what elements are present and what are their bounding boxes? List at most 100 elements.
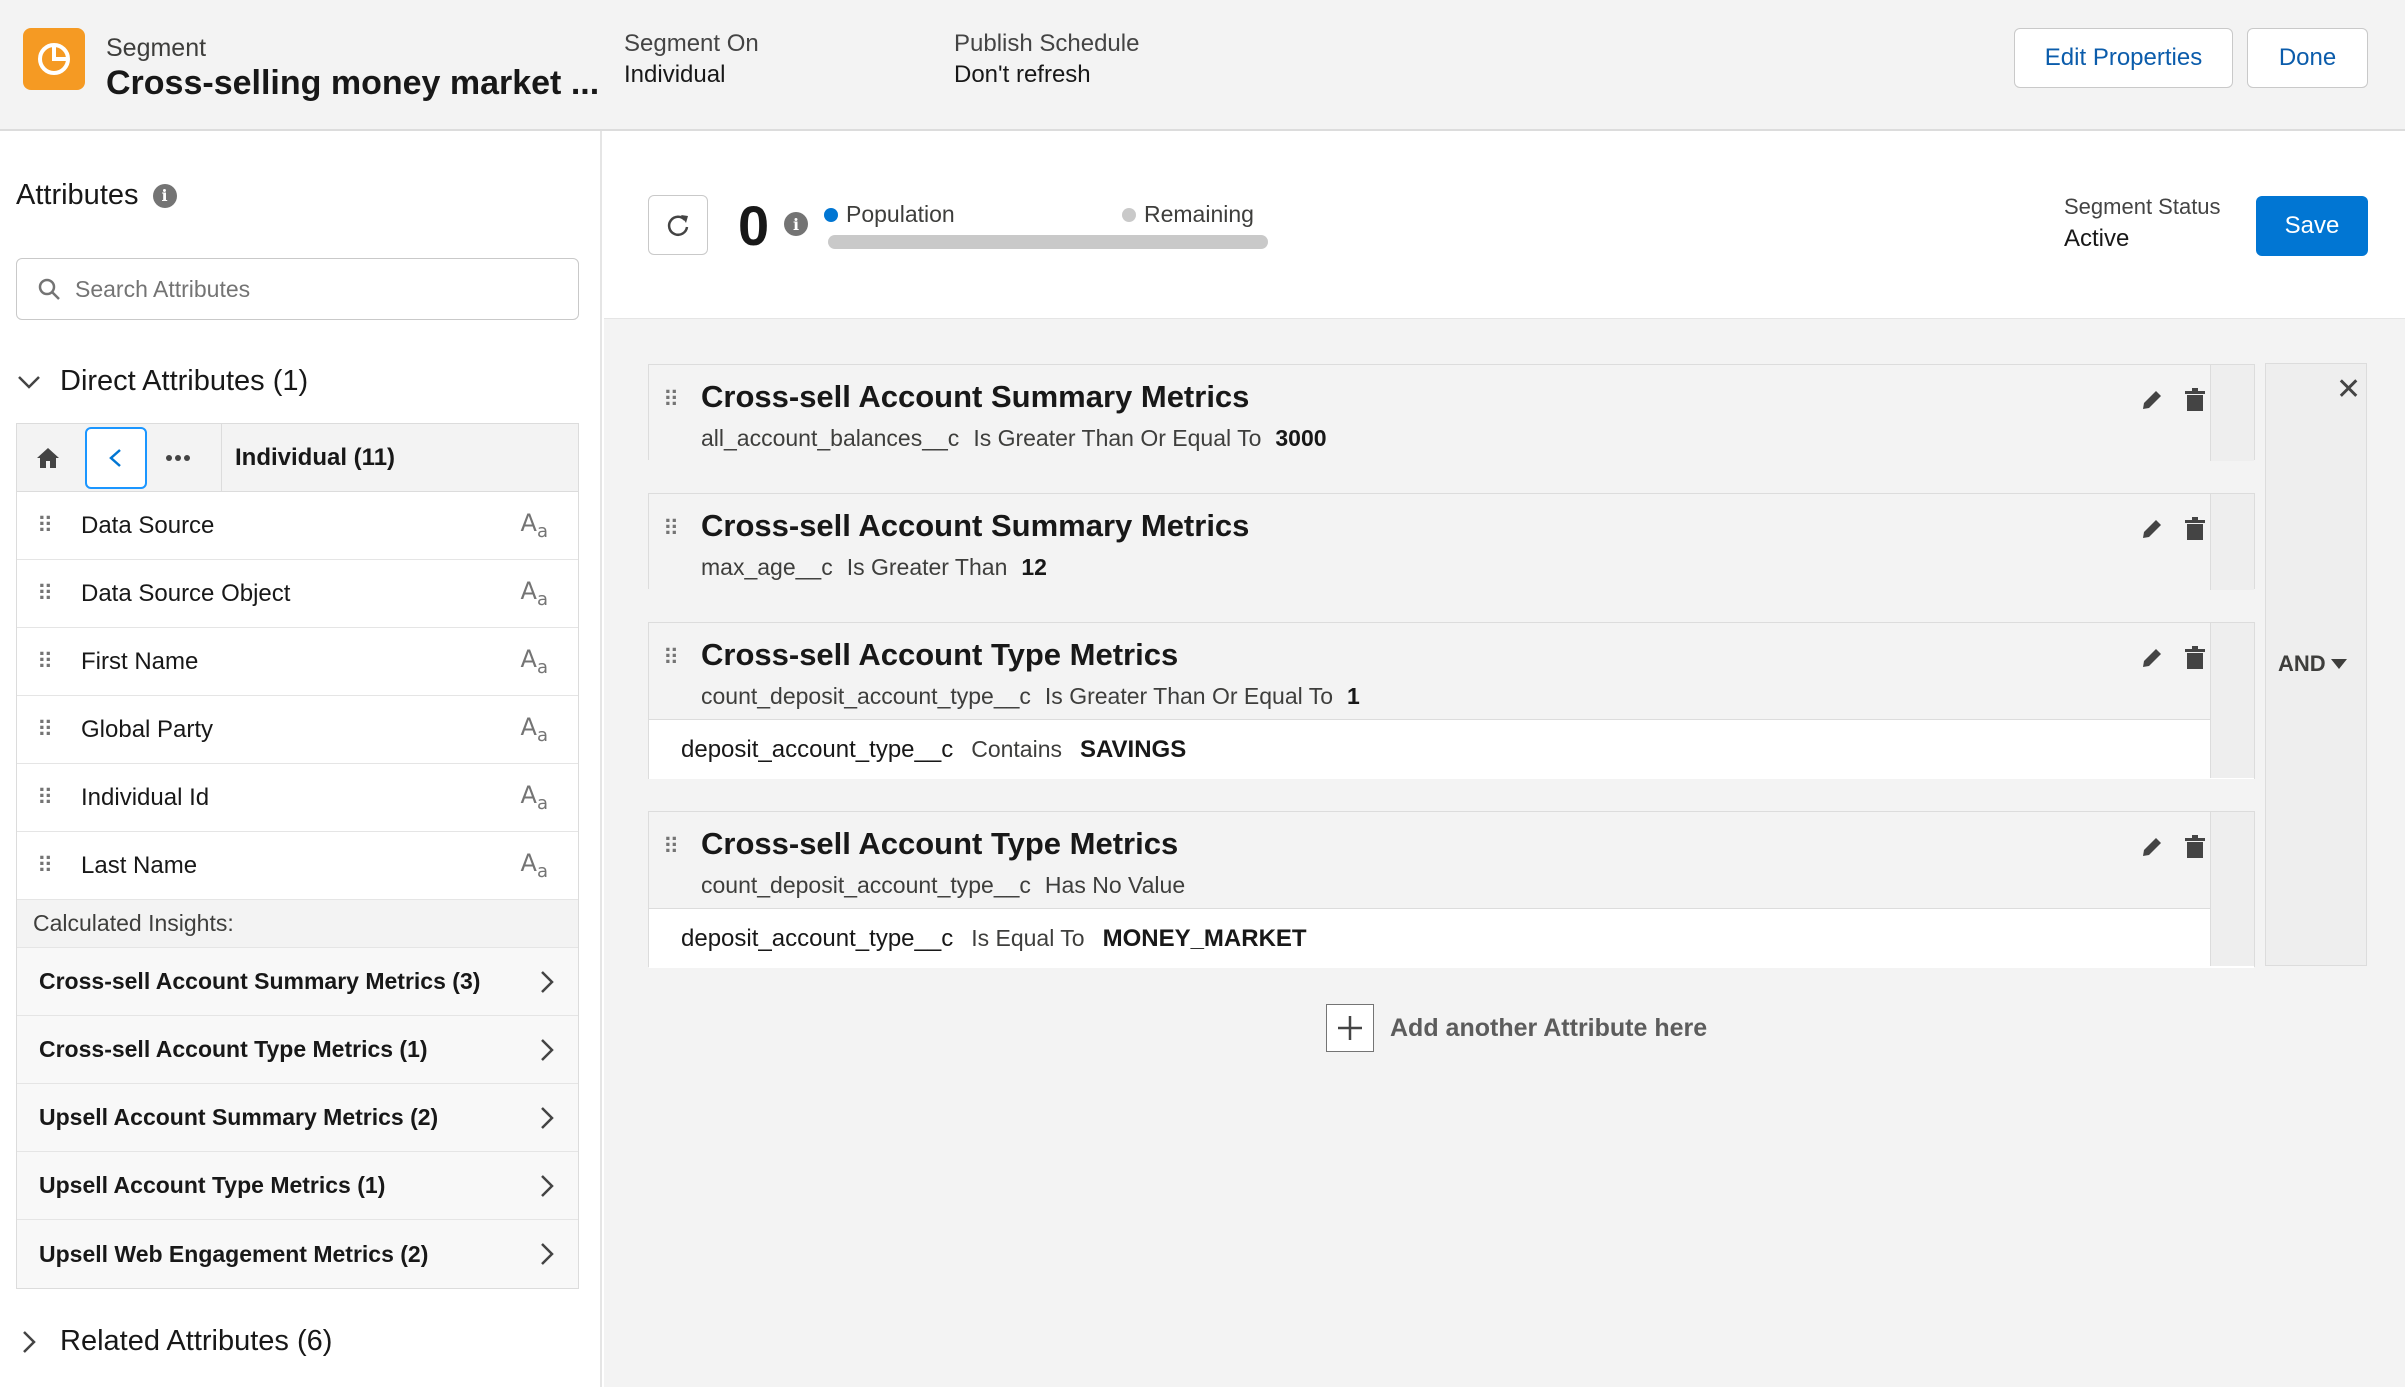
population-bar: 0 i Population Remaining Segment Status … (604, 131, 2405, 319)
text-type-icon: Aa (520, 849, 548, 882)
text-type-icon: Aa (520, 645, 548, 678)
more-options-button[interactable] (147, 427, 209, 489)
more-icon (166, 454, 190, 461)
rule-card-header: ⠿ Cross-sell Account Summary Metrics max… (649, 494, 2254, 590)
direct-attributes-label: Direct Attributes (1) (60, 365, 309, 397)
rule-operator: Is Greater Than Or Equal To (1044, 683, 1333, 709)
attribute-row[interactable]: ⠿ Last Name Aa (17, 832, 578, 900)
segment-status-value: Active (2064, 225, 2130, 252)
rule-operator: Is Greater Than Or Equal To (973, 425, 1262, 451)
segment-canvas: 0 i Population Remaining Segment Status … (604, 131, 2405, 1387)
delete-icon[interactable] (2183, 516, 2207, 542)
attribute-row[interactable]: ⠿ Data Source Object Aa (17, 560, 578, 628)
rule-side-strip (2210, 365, 2254, 461)
rule-card[interactable]: ⠿ Cross-sell Account Summary Metrics all… (648, 364, 2255, 461)
rule-actions (2139, 516, 2207, 542)
edit-icon[interactable] (2139, 834, 2165, 860)
rule-actions (2139, 834, 2207, 860)
sub-condition-text: deposit_account_type__c Is Equal To MONEY_… (681, 925, 1307, 953)
sub-field: deposit_account_type__c (681, 736, 954, 763)
drag-handle-icon[interactable]: ⠿ (37, 581, 53, 607)
back-button[interactable] (85, 426, 147, 489)
refresh-button[interactable] (648, 195, 708, 255)
insight-name: Upsell Web Engagement Metrics (2) (39, 1240, 429, 1267)
attributes-panel: Attributes i Search Attributes Direct At… (0, 131, 602, 1387)
add-attribute-button[interactable]: Add another Attribute here (1326, 1004, 1707, 1052)
rule-title: Cross-sell Account Summary Metrics (701, 379, 1250, 414)
sub-value: MONEY_MARKET (1102, 925, 1307, 952)
drag-handle-icon[interactable]: ⠿ (663, 645, 679, 671)
count-info-icon[interactable]: i (784, 212, 808, 236)
drag-handle-icon[interactable]: ⠿ (37, 649, 53, 675)
edit-icon[interactable] (2139, 387, 2165, 413)
insight-name: Upsell Account Type Metrics (1) (39, 1172, 386, 1198)
segment-status-label: Segment Status (2064, 194, 2221, 219)
attribute-name: Data Source (81, 511, 215, 539)
population-label: Population (846, 201, 955, 227)
drag-handle-icon[interactable]: ⠿ (37, 785, 53, 811)
edit-icon[interactable] (2139, 645, 2165, 671)
rule-card[interactable]: ⠿ Cross-sell Account Type Metrics count_… (648, 622, 2255, 779)
attribute-row[interactable]: ⠿ Individual Id Aa (17, 764, 578, 832)
logic-operator-dropdown[interactable]: AND (2278, 651, 2348, 677)
rule-card[interactable]: ⠿ Cross-sell Account Type Metrics count_… (648, 811, 2255, 968)
nav-divider (221, 424, 222, 492)
attributes-heading: Attributes i (16, 179, 177, 212)
rule-card[interactable]: ⠿ Cross-sell Account Summary Metrics max… (648, 493, 2255, 590)
insight-name: Cross-sell Account Summary Metrics (3) (39, 968, 481, 994)
insight-row[interactable]: Upsell Account Type Metrics (1) (17, 1152, 578, 1220)
segment-on-label: Segment On (624, 30, 759, 57)
remaining-dot-icon (1122, 207, 1136, 222)
logic-operator-column: ✕ AND (2265, 363, 2367, 966)
attribute-row[interactable]: ⠿ Global Party Aa (17, 696, 578, 764)
home-icon (37, 447, 59, 468)
delete-icon[interactable] (2183, 645, 2207, 671)
rule-side-strip (2210, 812, 2254, 966)
publish-schedule-field: Publish Schedule Don't refresh (954, 28, 1139, 90)
insight-name: Upsell Account Summary Metrics (2) (39, 1104, 439, 1130)
insight-row[interactable]: Cross-sell Account Type Metrics (1) (17, 1016, 578, 1084)
rule-condition: max_age__c Is Greater Than 12 (701, 554, 1047, 581)
insight-name: Cross-sell Account Type Metrics (1) (39, 1036, 428, 1062)
drag-handle-icon[interactable]: ⠿ (37, 853, 53, 879)
drag-handle-icon[interactable]: ⠿ (663, 834, 679, 860)
search-attributes-input[interactable]: Search Attributes (16, 258, 579, 320)
add-attribute-label: Add another Attribute here (1390, 1013, 1708, 1042)
population-legend: Population (824, 201, 955, 228)
rule-field: all_account_balances__c (701, 425, 960, 451)
save-button[interactable]: Save (2256, 196, 2368, 256)
rule-actions (2139, 387, 2207, 413)
segment-app-icon (23, 28, 85, 90)
close-icon[interactable]: ✕ (2336, 372, 2361, 407)
rule-condition: count_deposit_account_type__c Has No Valu… (701, 872, 1185, 899)
edit-properties-button[interactable]: Edit Properties (2014, 28, 2233, 88)
insight-row[interactable]: Upsell Web Engagement Metrics (2) (17, 1220, 578, 1288)
edit-icon[interactable] (2139, 516, 2165, 542)
insight-row[interactable]: Cross-sell Account Summary Metrics (3) (17, 948, 578, 1016)
chevron-right-icon (23, 1330, 36, 1353)
insight-row[interactable]: Upsell Account Summary Metrics (2) (17, 1084, 578, 1152)
info-icon[interactable]: i (152, 183, 177, 208)
drag-handle-icon[interactable]: ⠿ (663, 387, 679, 413)
attribute-name: Global Party (81, 715, 214, 743)
drag-handle-icon[interactable]: ⠿ (663, 516, 679, 542)
rule-operator: Has No Value (1044, 872, 1186, 898)
done-button[interactable]: Done (2247, 28, 2368, 88)
drag-handle-icon[interactable]: ⠿ (37, 513, 53, 539)
drag-handle-icon[interactable]: ⠿ (37, 717, 53, 743)
segment-on-value: Individual (624, 61, 726, 88)
rule-condition: count_deposit_account_type__c Is Greater … (701, 683, 1360, 710)
home-button[interactable] (17, 427, 79, 489)
attribute-name: Individual Id (81, 783, 210, 811)
attribute-row[interactable]: ⠿ Data Source Aa (17, 492, 578, 560)
direct-attributes-toggle[interactable]: Direct Attributes (1) (16, 365, 308, 398)
delete-icon[interactable] (2183, 387, 2207, 413)
attribute-row[interactable]: ⠿ First Name Aa (17, 628, 578, 696)
rule-card-header: ⠿ Cross-sell Account Type Metrics count_… (649, 623, 2254, 719)
sub-operator: Contains (971, 736, 1062, 762)
segment-status: Segment Status Active (2064, 191, 2221, 255)
attribute-name: Data Source Object (81, 579, 291, 607)
delete-icon[interactable] (2183, 834, 2207, 860)
related-attributes-toggle[interactable]: Related Attributes (6) (16, 1325, 332, 1358)
rule-card-header: ⠿ Cross-sell Account Type Metrics count_… (649, 812, 2254, 908)
